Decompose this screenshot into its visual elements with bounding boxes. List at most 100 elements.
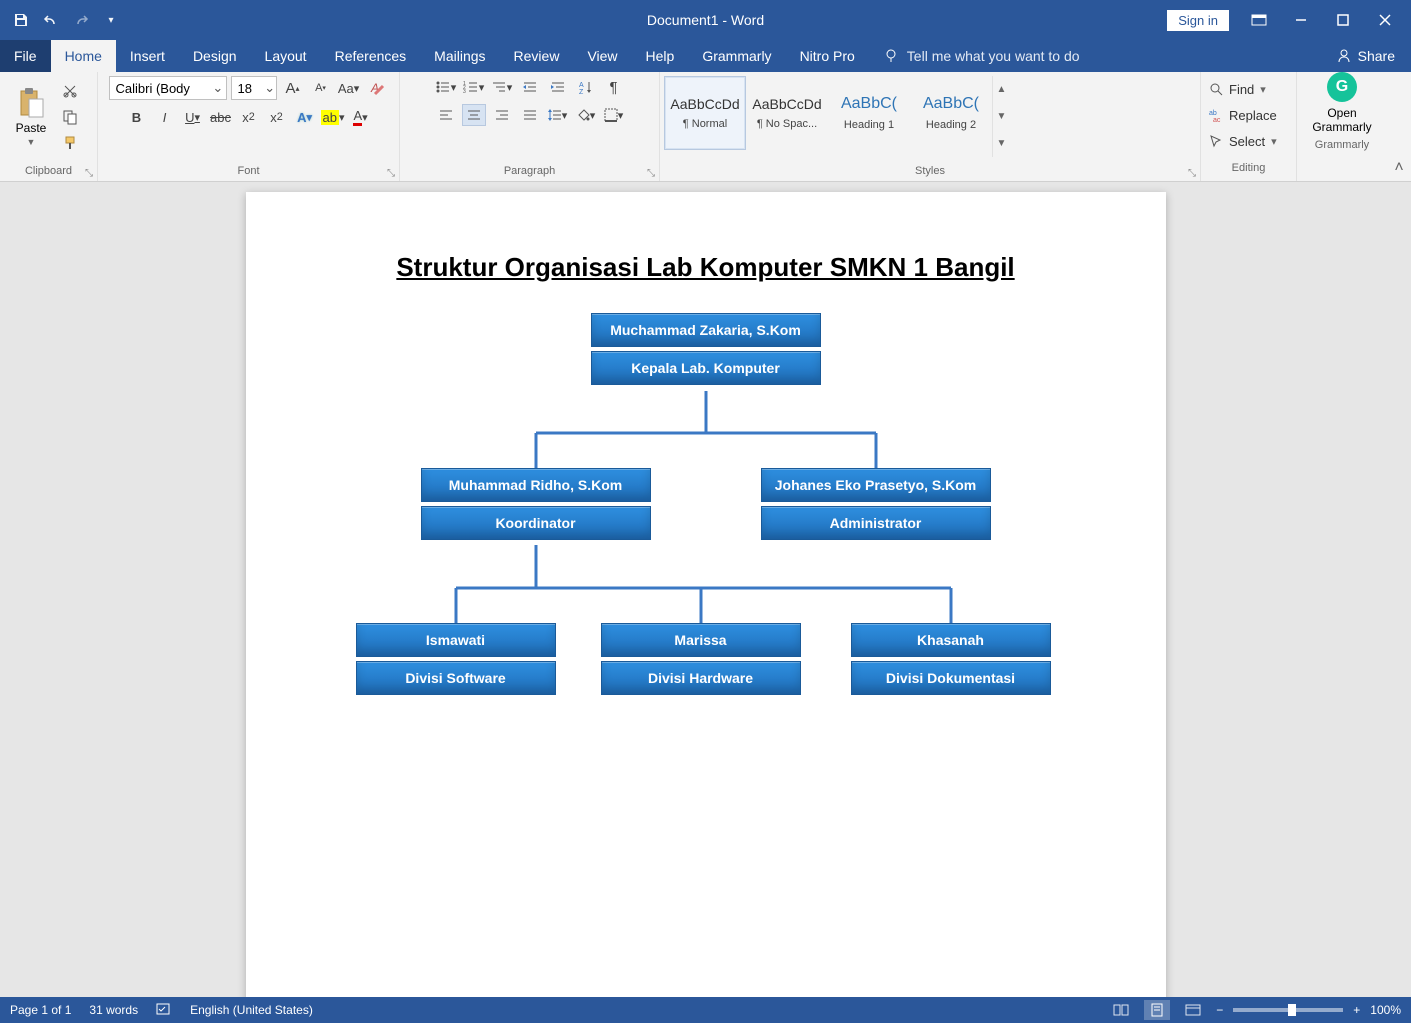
ribbon: Paste ▼ Clipboard⤡ ⌄ ⌄ A▴ A▾ Aa▾ A B (0, 72, 1411, 182)
tab-insert[interactable]: Insert (116, 40, 179, 72)
ribbon-display-icon[interactable] (1247, 8, 1271, 32)
styles-scroll-up[interactable]: ▲ (993, 76, 1010, 103)
font-size-combo[interactable]: ⌄ (231, 76, 277, 100)
close-icon[interactable] (1373, 8, 1397, 32)
clear-formatting-button[interactable]: A (365, 77, 389, 99)
tab-view[interactable]: View (573, 40, 631, 72)
style-normal[interactable]: AaBbCcDd ¶ Normal (664, 76, 746, 150)
subscript-button[interactable]: x2 (237, 106, 261, 128)
tab-references[interactable]: References (321, 40, 421, 72)
styles-gallery-expand[interactable]: ▼ (993, 130, 1010, 157)
justify-button[interactable] (518, 104, 542, 126)
share-button[interactable]: Share (1320, 40, 1411, 72)
zoom-level[interactable]: 100% (1370, 1003, 1401, 1017)
undo-icon[interactable] (42, 11, 60, 29)
italic-button[interactable]: I (153, 106, 177, 128)
status-page[interactable]: Page 1 of 1 (10, 1003, 71, 1017)
org-node-bot-mid[interactable]: Marissa Divisi Hardware (601, 623, 801, 699)
org-node-bot-right[interactable]: Khasanah Divisi Dokumentasi (851, 623, 1051, 699)
qat-customize-icon[interactable]: ▾ (102, 11, 120, 29)
tab-grammarly[interactable]: Grammarly (688, 40, 785, 72)
superscript-button[interactable]: x2 (265, 106, 289, 128)
borders-button[interactable]: ▾ (602, 104, 626, 126)
copy-button[interactable] (60, 107, 80, 127)
font-name-input[interactable] (110, 81, 211, 96)
cut-button[interactable] (60, 81, 80, 101)
clipboard-dialog-launcher[interactable]: ⤡ (85, 168, 93, 179)
shading-button[interactable]: ▾ (574, 104, 598, 126)
document-area[interactable]: Struktur Organisasi Lab Komputer SMKN 1 … (0, 182, 1411, 997)
select-button[interactable]: Select▾ (1209, 130, 1288, 152)
font-dialog-launcher[interactable]: ⤡ (387, 168, 395, 179)
org-node-top[interactable]: Muchammad Zakaria, S.Kom Kepala Lab. Kom… (591, 313, 821, 389)
open-grammarly-button[interactable]: G Open Grammarly (1297, 72, 1387, 135)
zoom-thumb[interactable] (1288, 1004, 1296, 1016)
change-case-button[interactable]: Aa▾ (337, 77, 361, 99)
read-mode-button[interactable] (1108, 1000, 1134, 1020)
shrink-font-button[interactable]: A▾ (309, 77, 333, 99)
tab-mailings[interactable]: Mailings (420, 40, 499, 72)
tab-design[interactable]: Design (179, 40, 251, 72)
show-marks-button[interactable]: ¶ (602, 76, 626, 98)
align-right-button[interactable] (490, 104, 514, 126)
bullets-button[interactable]: ▾ (434, 76, 458, 98)
text-effects-button[interactable]: A▾ (293, 106, 317, 128)
chevron-down-icon[interactable]: ⌄ (264, 80, 276, 96)
styles-scroll-down[interactable]: ▼ (993, 103, 1010, 130)
numbering-button[interactable]: 123▾ (462, 76, 486, 98)
style-no-spacing[interactable]: AaBbCcDd ¶ No Spac... (746, 76, 828, 150)
bold-button[interactable]: B (125, 106, 149, 128)
font-color-button[interactable]: A▾ (349, 106, 373, 128)
zoom-out-button[interactable]: − (1216, 1003, 1223, 1017)
status-words[interactable]: 31 words (89, 1003, 138, 1017)
page[interactable]: Struktur Organisasi Lab Komputer SMKN 1 … (246, 192, 1166, 997)
save-icon[interactable] (12, 11, 30, 29)
tab-layout[interactable]: Layout (251, 40, 321, 72)
org-node-mid-left[interactable]: Muhammad Ridho, S.Kom Koordinator (421, 468, 651, 544)
highlight-button[interactable]: ab▾ (321, 106, 345, 128)
format-painter-button[interactable] (60, 133, 80, 153)
status-language[interactable]: English (United States) (190, 1003, 313, 1017)
paste-dropdown-icon[interactable]: ▼ (27, 137, 36, 147)
zoom-in-button[interactable]: + (1353, 1003, 1360, 1017)
style-heading1[interactable]: AaBbC( Heading 1 (828, 76, 910, 150)
align-left-button[interactable] (434, 104, 458, 126)
paste-button[interactable]: Paste ▼ (8, 87, 54, 147)
spellcheck-icon[interactable] (156, 1002, 172, 1019)
zoom-slider[interactable] (1233, 1008, 1343, 1012)
tab-review[interactable]: Review (500, 40, 574, 72)
tab-help[interactable]: Help (632, 40, 689, 72)
strikethrough-button[interactable]: abc (209, 106, 233, 128)
org-node-bot-left[interactable]: Ismawati Divisi Software (356, 623, 556, 699)
web-layout-button[interactable] (1180, 1000, 1206, 1020)
line-spacing-button[interactable]: ▾ (546, 104, 570, 126)
grow-font-button[interactable]: A▴ (281, 77, 305, 99)
sign-in-button[interactable]: Sign in (1167, 10, 1229, 31)
org-node-mid-right[interactable]: Johanes Eko Prasetyo, S.Kom Administrato… (761, 468, 991, 544)
maximize-icon[interactable] (1331, 8, 1355, 32)
align-center-button[interactable] (462, 104, 486, 126)
chevron-down-icon[interactable]: ⌄ (210, 80, 225, 96)
tab-home[interactable]: Home (51, 40, 116, 72)
org-chart[interactable]: Muchammad Zakaria, S.Kom Kepala Lab. Kom… (356, 313, 1056, 773)
style-heading2[interactable]: AaBbC( Heading 2 (910, 76, 992, 150)
minimize-icon[interactable] (1289, 8, 1313, 32)
tab-nitro[interactable]: Nitro Pro (786, 40, 869, 72)
font-name-combo[interactable]: ⌄ (109, 76, 227, 100)
tell-me-search[interactable]: Tell me what you want to do (869, 40, 1094, 72)
increase-indent-button[interactable] (546, 76, 570, 98)
document-heading[interactable]: Struktur Organisasi Lab Komputer SMKN 1 … (286, 252, 1126, 283)
tab-file[interactable]: File (0, 40, 51, 72)
print-layout-button[interactable] (1144, 1000, 1170, 1020)
paragraph-dialog-launcher[interactable]: ⤡ (647, 168, 655, 179)
sort-button[interactable]: AZ (574, 76, 598, 98)
replace-button[interactable]: abac Replace (1209, 104, 1288, 126)
collapse-ribbon-button[interactable]: ˄ (1387, 72, 1411, 181)
decrease-indent-button[interactable] (518, 76, 542, 98)
font-size-input[interactable] (232, 81, 264, 96)
underline-button[interactable]: U▾ (181, 106, 205, 128)
redo-icon[interactable] (72, 11, 90, 29)
multilevel-list-button[interactable]: ▾ (490, 76, 514, 98)
styles-dialog-launcher[interactable]: ⤡ (1188, 168, 1196, 179)
find-button[interactable]: Find▾ (1209, 78, 1288, 100)
